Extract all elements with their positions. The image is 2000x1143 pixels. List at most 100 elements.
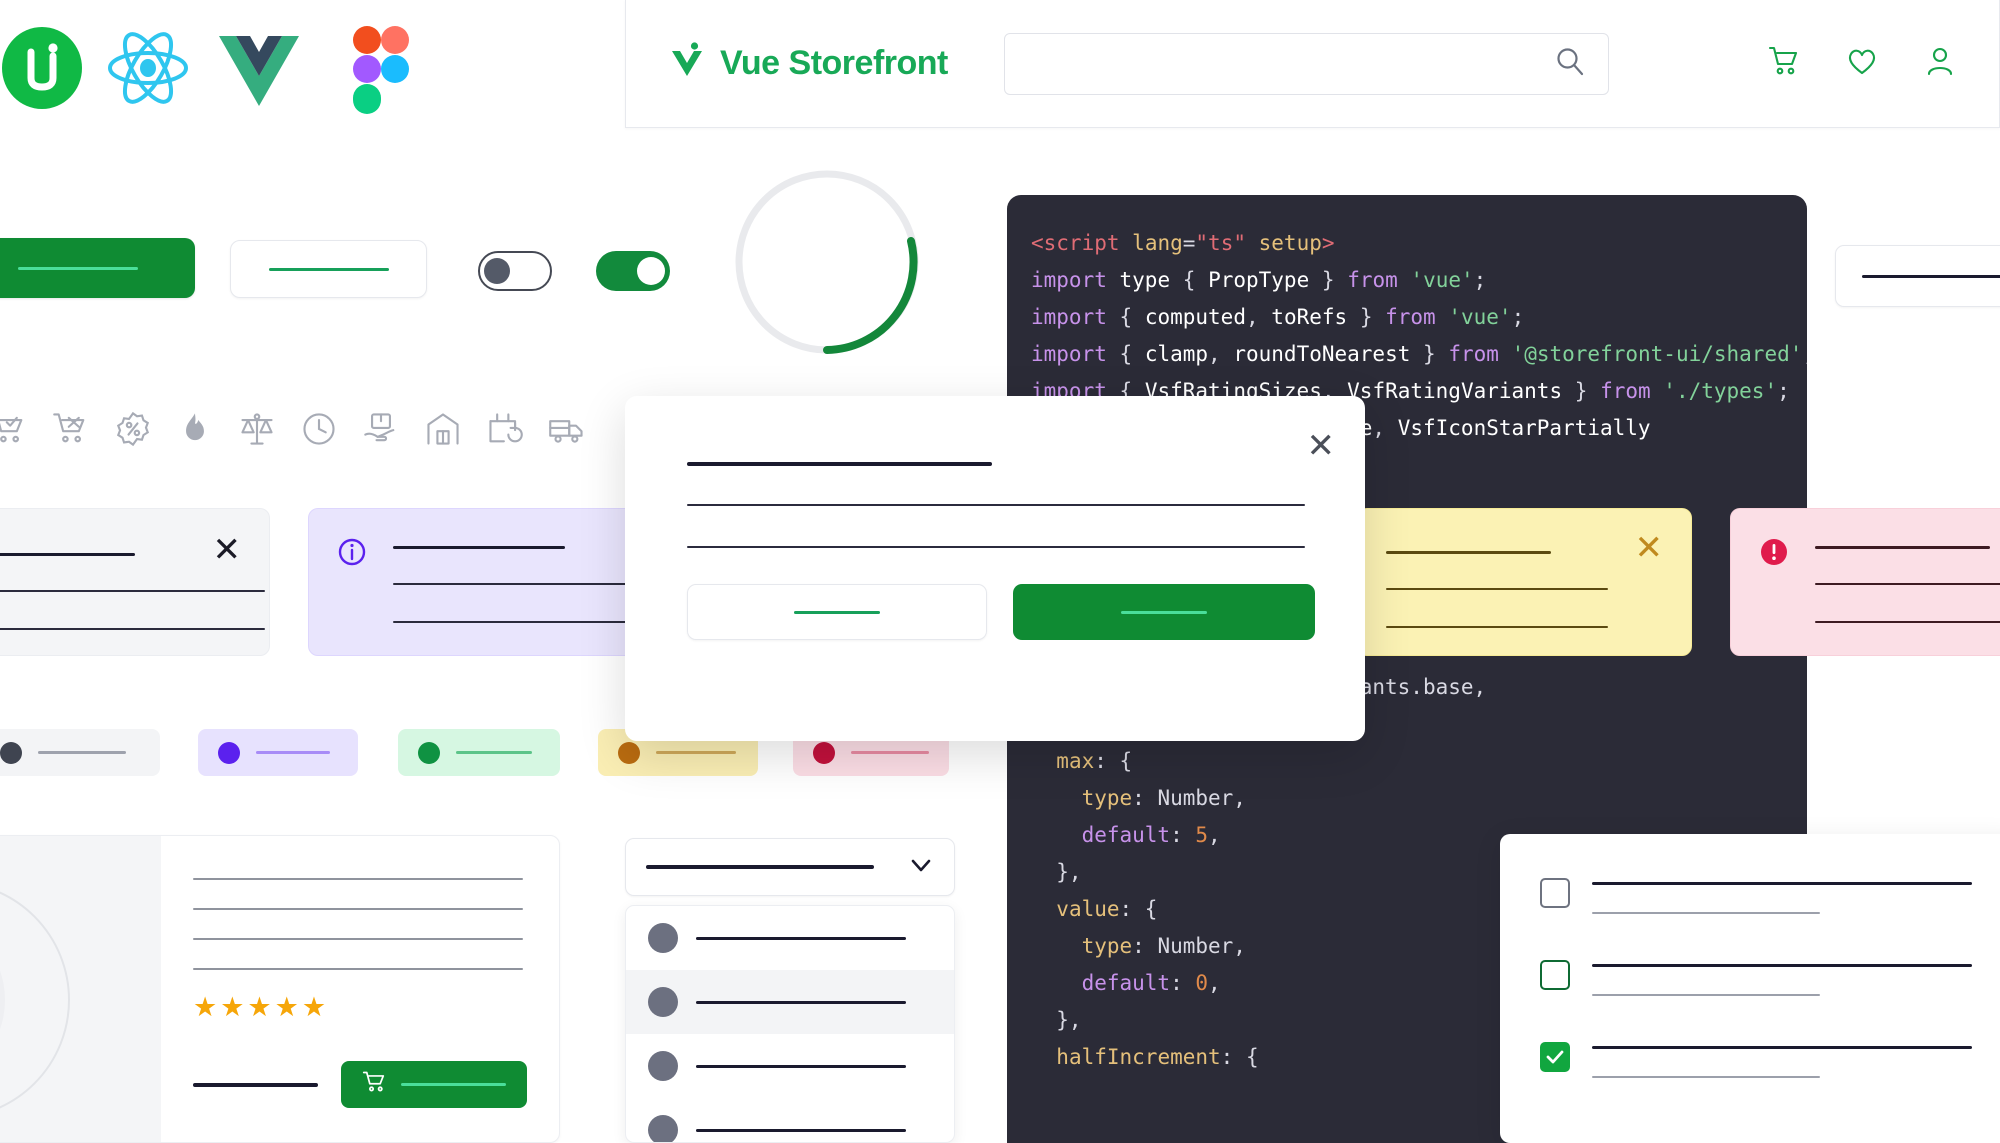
close-icon[interactable]: ✕ bbox=[213, 533, 242, 567]
alert-neutral: ✕ bbox=[0, 508, 270, 656]
chip-neutral[interactable] bbox=[0, 729, 160, 776]
framework-logo-strip bbox=[0, 22, 560, 115]
select-value bbox=[646, 865, 874, 869]
heart-icon[interactable] bbox=[1845, 44, 1879, 83]
toggle-knob bbox=[484, 258, 510, 284]
search-icon[interactable] bbox=[1554, 45, 1586, 82]
modal-line bbox=[687, 504, 1305, 506]
react-logo bbox=[102, 26, 194, 115]
product-image bbox=[0, 836, 161, 1142]
select-dropdown[interactable] bbox=[625, 838, 955, 896]
chip-label bbox=[456, 751, 532, 754]
checkbox-checked[interactable] bbox=[1540, 1042, 1570, 1072]
cart-icon bbox=[362, 1069, 388, 1100]
add-to-cart-button[interactable] bbox=[341, 1061, 527, 1108]
vue-logo bbox=[216, 32, 302, 113]
checkbox-labels bbox=[1592, 960, 1980, 996]
primary-button[interactable] bbox=[0, 238, 195, 298]
alert-line bbox=[1386, 626, 1608, 628]
chip-dot bbox=[0, 741, 22, 764]
dropdown-list[interactable] bbox=[625, 905, 955, 1143]
figma-logo bbox=[350, 24, 412, 121]
cart-remove-icon bbox=[52, 410, 90, 453]
chip-label bbox=[256, 751, 330, 754]
avatar-icon bbox=[648, 1115, 678, 1142]
avatar-icon bbox=[648, 1051, 678, 1081]
checkbox-label bbox=[1592, 882, 1972, 885]
user-icon[interactable] bbox=[1923, 44, 1957, 83]
alert-warning: ✕ bbox=[1357, 508, 1692, 656]
error-exclamation-icon bbox=[1759, 537, 1789, 572]
list-item[interactable] bbox=[1540, 878, 1980, 914]
alert-title bbox=[393, 546, 565, 549]
alert-line bbox=[1386, 588, 1608, 590]
cart-icon[interactable] bbox=[1767, 44, 1801, 83]
header-actions bbox=[1767, 44, 1957, 83]
cancel-button-label bbox=[794, 610, 880, 614]
toggle-off[interactable] bbox=[478, 251, 552, 291]
confirm-button-label bbox=[1121, 610, 1207, 614]
checkbox-sublabel bbox=[1592, 912, 1820, 914]
checkbox-sublabel bbox=[1592, 994, 1820, 996]
product-footer bbox=[193, 1061, 527, 1142]
vue-storefront-checkmark-icon bbox=[668, 42, 706, 85]
list-item-label bbox=[696, 1128, 906, 1132]
chip-dot bbox=[618, 741, 640, 764]
confirm-button[interactable] bbox=[1013, 584, 1315, 640]
brand-name: Vue Storefront bbox=[720, 44, 948, 82]
chip-primary[interactable] bbox=[198, 729, 358, 776]
alert-line bbox=[0, 628, 265, 630]
toggle-on[interactable] bbox=[596, 251, 670, 291]
product-title-line bbox=[193, 938, 523, 940]
modal-title bbox=[687, 462, 992, 466]
close-icon[interactable]: ✕ bbox=[1635, 531, 1664, 565]
list-item[interactable] bbox=[1540, 1042, 1980, 1078]
search-input[interactable] bbox=[1003, 32, 1609, 95]
list-item[interactable] bbox=[626, 970, 954, 1034]
alert-title bbox=[1386, 551, 1551, 554]
brand[interactable]: Vue Storefront bbox=[668, 42, 948, 85]
primary-button-label bbox=[17, 266, 138, 270]
list-item[interactable] bbox=[1540, 960, 1980, 996]
text-input-value bbox=[1862, 274, 2000, 278]
loader-spinner bbox=[730, 165, 925, 365]
list-item[interactable] bbox=[626, 1034, 954, 1098]
chevron-down-icon[interactable] bbox=[908, 852, 934, 883]
image-placeholder-icon bbox=[0, 891, 70, 1109]
alert-info bbox=[308, 508, 638, 656]
package-in-hand-icon bbox=[362, 410, 400, 453]
toggle-knob bbox=[637, 257, 665, 285]
cancel-button[interactable] bbox=[687, 584, 987, 640]
product-card[interactable]: ★★★★★ bbox=[0, 835, 560, 1143]
alert-title bbox=[0, 553, 135, 556]
chip-success[interactable] bbox=[398, 729, 560, 776]
modal-actions bbox=[625, 548, 1365, 640]
avatar-icon bbox=[648, 987, 678, 1017]
checkbox-unchecked-gray[interactable] bbox=[1540, 878, 1570, 908]
modal-body bbox=[625, 396, 1365, 548]
chip-dot bbox=[418, 741, 440, 764]
checkbox-label bbox=[1592, 1046, 1972, 1049]
product-title-line bbox=[193, 968, 523, 970]
checkbox-unchecked-green[interactable] bbox=[1540, 960, 1570, 990]
secondary-button[interactable] bbox=[230, 240, 427, 298]
list-item[interactable] bbox=[626, 906, 954, 970]
ui-kit-showcase: Vue Storefront <script lang="ts" setup> … bbox=[0, 0, 2000, 1143]
alert-line bbox=[393, 583, 633, 585]
text-input[interactable] bbox=[1835, 245, 2000, 307]
cart-check-icon bbox=[0, 410, 28, 453]
list-item-label bbox=[696, 936, 906, 940]
chip-dot bbox=[218, 741, 240, 764]
chip-label bbox=[656, 751, 736, 754]
discount-badge-icon bbox=[114, 410, 152, 453]
return-package-icon bbox=[486, 410, 524, 453]
close-icon[interactable]: ✕ bbox=[1307, 426, 1336, 466]
list-item[interactable] bbox=[626, 1098, 954, 1142]
alert-error bbox=[1730, 508, 2000, 656]
product-title-line bbox=[193, 908, 523, 910]
alert-line bbox=[0, 590, 265, 592]
checkbox-list-card bbox=[1500, 834, 2000, 1143]
info-circle-icon bbox=[337, 537, 367, 572]
secondary-button-label bbox=[268, 267, 389, 271]
product-price bbox=[193, 1082, 318, 1087]
